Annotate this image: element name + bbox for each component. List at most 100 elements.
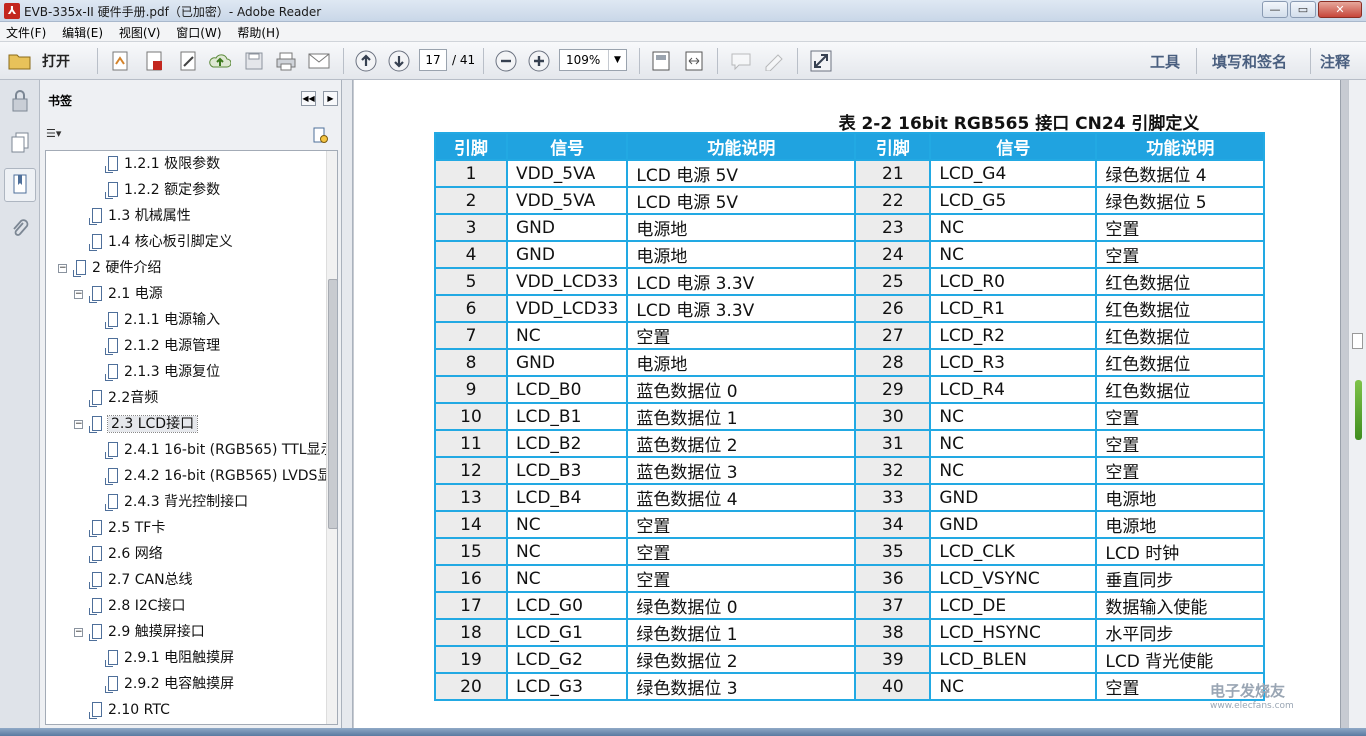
- bookmark-icon: [89, 624, 102, 641]
- create-pdf-button[interactable]: [106, 49, 134, 73]
- toolbar-separator: [717, 48, 718, 74]
- bookmark-item[interactable]: 2.5 TF卡: [89, 516, 165, 540]
- table-row: 6 VDD_LCD33 LCD 电源 3.3V 26 LCD_R1 红色数据位: [434, 294, 1266, 323]
- bookmark-icon: [89, 572, 102, 589]
- bookmark-item[interactable]: − 2.3 LCD接口: [74, 412, 199, 436]
- zoom-select[interactable]: 109% ▼: [559, 49, 627, 71]
- bookmark-item[interactable]: 1.3 机械属性: [89, 204, 191, 228]
- pin-cell: 10: [434, 402, 508, 431]
- minimize-button[interactable]: —: [1262, 1, 1288, 18]
- signal-cell: LCD_G0: [505, 591, 629, 620]
- edit-pdf-button[interactable]: [174, 49, 202, 73]
- lock-icon: [12, 90, 28, 112]
- collapse-panel-button[interactable]: ◀◀: [301, 91, 316, 106]
- find-bookmark-button[interactable]: [312, 127, 330, 145]
- upload-button[interactable]: [206, 49, 234, 73]
- email-button[interactable]: [305, 49, 333, 73]
- bookmark-item[interactable]: 1.2.2 额定参数: [105, 178, 220, 202]
- toolbar-separator: [639, 48, 640, 74]
- maximize-button[interactable]: ▭: [1290, 1, 1316, 18]
- bookmark-item[interactable]: 2.7 CAN总线: [89, 568, 193, 592]
- bookmark-item[interactable]: 2.2音频: [89, 386, 159, 410]
- bookmark-item[interactable]: 2.9.1 电阻触摸屏: [105, 646, 234, 670]
- bookmark-item[interactable]: 1.4 核心板引脚定义: [89, 230, 233, 254]
- panel-options-arrow[interactable]: ▶: [323, 91, 338, 106]
- bookmark-item[interactable]: 2.6 网络: [89, 542, 163, 566]
- chevron-down-icon: ▼: [608, 50, 626, 70]
- collapse-toggle-icon[interactable]: −: [74, 628, 83, 637]
- zoom-value: 109%: [566, 53, 601, 67]
- signal-cell: NC: [505, 537, 629, 566]
- bookmark-icon: [89, 286, 102, 303]
- menu-file[interactable]: 文件(F): [0, 22, 52, 41]
- pin-cell: 3: [434, 213, 508, 242]
- tree-scroll-thumb[interactable]: [328, 279, 337, 529]
- bookmark-item[interactable]: 2.10 RTC: [89, 698, 170, 722]
- panel-splitter[interactable]: [342, 80, 353, 728]
- pin-cell: 29: [854, 375, 932, 404]
- bookmark-item[interactable]: 2.4.3 背光控制接口: [105, 490, 248, 514]
- bookmark-label: 2.9.2 电容触摸屏: [124, 676, 235, 692]
- document-scrollbar[interactable]: [1348, 80, 1366, 728]
- comment-button[interactable]: [727, 49, 755, 73]
- bookmarks-button[interactable]: [4, 168, 36, 202]
- menu-view[interactable]: 视图(V): [113, 22, 167, 41]
- table-row: 16 NC 空置 36 LCD_VSYNC 垂直同步: [434, 564, 1266, 593]
- bookmark-options-button[interactable]: ☰▾: [46, 127, 74, 145]
- highlight-button[interactable]: [760, 49, 788, 73]
- bookmark-label: 1.3 机械属性: [108, 208, 191, 224]
- table-row: 9 LCD_B0 蓝色数据位 0 29 LCD_R4 红色数据位: [434, 375, 1266, 404]
- pin-cell: 39: [854, 645, 932, 674]
- print-button[interactable]: [272, 49, 300, 73]
- menu-window[interactable]: 窗口(W): [170, 22, 227, 41]
- menu-help[interactable]: 帮助(H): [231, 22, 285, 41]
- bookmark-item[interactable]: 2.1.2 电源管理: [105, 334, 220, 358]
- bookmark-item[interactable]: 2.4.1 16-bit (RGB565) TTL显示: [105, 438, 335, 462]
- pin-cell: 8: [434, 348, 508, 377]
- previous-page-button[interactable]: [352, 49, 380, 73]
- page-thumbnails-button[interactable]: [4, 126, 36, 160]
- signal-cell: VDD_5VA: [505, 159, 629, 188]
- bookmark-item[interactable]: 1.2.1 极限参数: [105, 152, 220, 176]
- zoom-out-button[interactable]: [492, 49, 520, 73]
- page-number-input[interactable]: 17: [419, 49, 447, 71]
- bookmark-item[interactable]: 2.4.2 16-bit (RGB565) LVDS显: [105, 464, 331, 488]
- function-cell: LCD 电源 5V: [626, 186, 857, 215]
- tools-link[interactable]: 工具: [1150, 51, 1180, 72]
- save-button[interactable]: [240, 49, 268, 73]
- bookmark-item[interactable]: 2.9.2 电容触摸屏: [105, 672, 235, 696]
- zoom-in-button[interactable]: [525, 49, 553, 73]
- bookmark-item[interactable]: 2.8 I2C接口: [89, 594, 186, 618]
- open-button[interactable]: 打开: [8, 49, 78, 73]
- pin-cell: 23: [854, 213, 932, 242]
- pin-cell: 28: [854, 348, 932, 377]
- function-cell: 蓝色数据位 0: [626, 375, 857, 404]
- close-button[interactable]: ✕: [1318, 1, 1362, 18]
- pin-definition-table: 引脚 信号 功能说明 引脚 信号 功能说明 1 VDD_5VA LCD 电源 5V 2…: [434, 132, 1266, 701]
- menu-edit[interactable]: 编辑(E): [56, 22, 109, 41]
- tree-scrollbar[interactable]: [326, 151, 337, 724]
- folder-icon: [8, 54, 31, 70]
- fit-width-button[interactable]: [680, 49, 708, 73]
- attachments-button[interactable]: [4, 212, 36, 246]
- document-scroll-thumb[interactable]: [1352, 333, 1363, 349]
- collapse-toggle-icon[interactable]: −: [74, 290, 83, 299]
- bookmark-item[interactable]: 2.1.3 电源复位: [105, 360, 220, 384]
- watermark-url: www.elecfans.com: [1210, 701, 1294, 711]
- bookmark-item[interactable]: − 2 硬件介绍: [58, 256, 161, 280]
- save-icon: [245, 52, 263, 70]
- fit-page-button[interactable]: [647, 49, 675, 73]
- collapse-toggle-icon[interactable]: −: [74, 420, 83, 429]
- bookmark-item[interactable]: − 2.1 电源: [74, 282, 163, 306]
- collapse-toggle-icon[interactable]: −: [58, 264, 67, 273]
- bookmark-label: 2.2音频: [108, 390, 159, 406]
- fullscreen-button[interactable]: [807, 49, 835, 73]
- comment-link[interactable]: 注释: [1320, 51, 1350, 72]
- bookmark-item[interactable]: 2.1.1 电源输入: [105, 308, 220, 332]
- signal-cell: LCD_B4: [505, 483, 629, 512]
- next-page-button[interactable]: [385, 49, 413, 73]
- fill-sign-link[interactable]: 填写和签名: [1212, 51, 1287, 72]
- security-button[interactable]: [4, 84, 36, 118]
- export-pdf-button[interactable]: [140, 49, 168, 73]
- bookmark-item[interactable]: − 2.9 触摸屏接口: [74, 620, 205, 644]
